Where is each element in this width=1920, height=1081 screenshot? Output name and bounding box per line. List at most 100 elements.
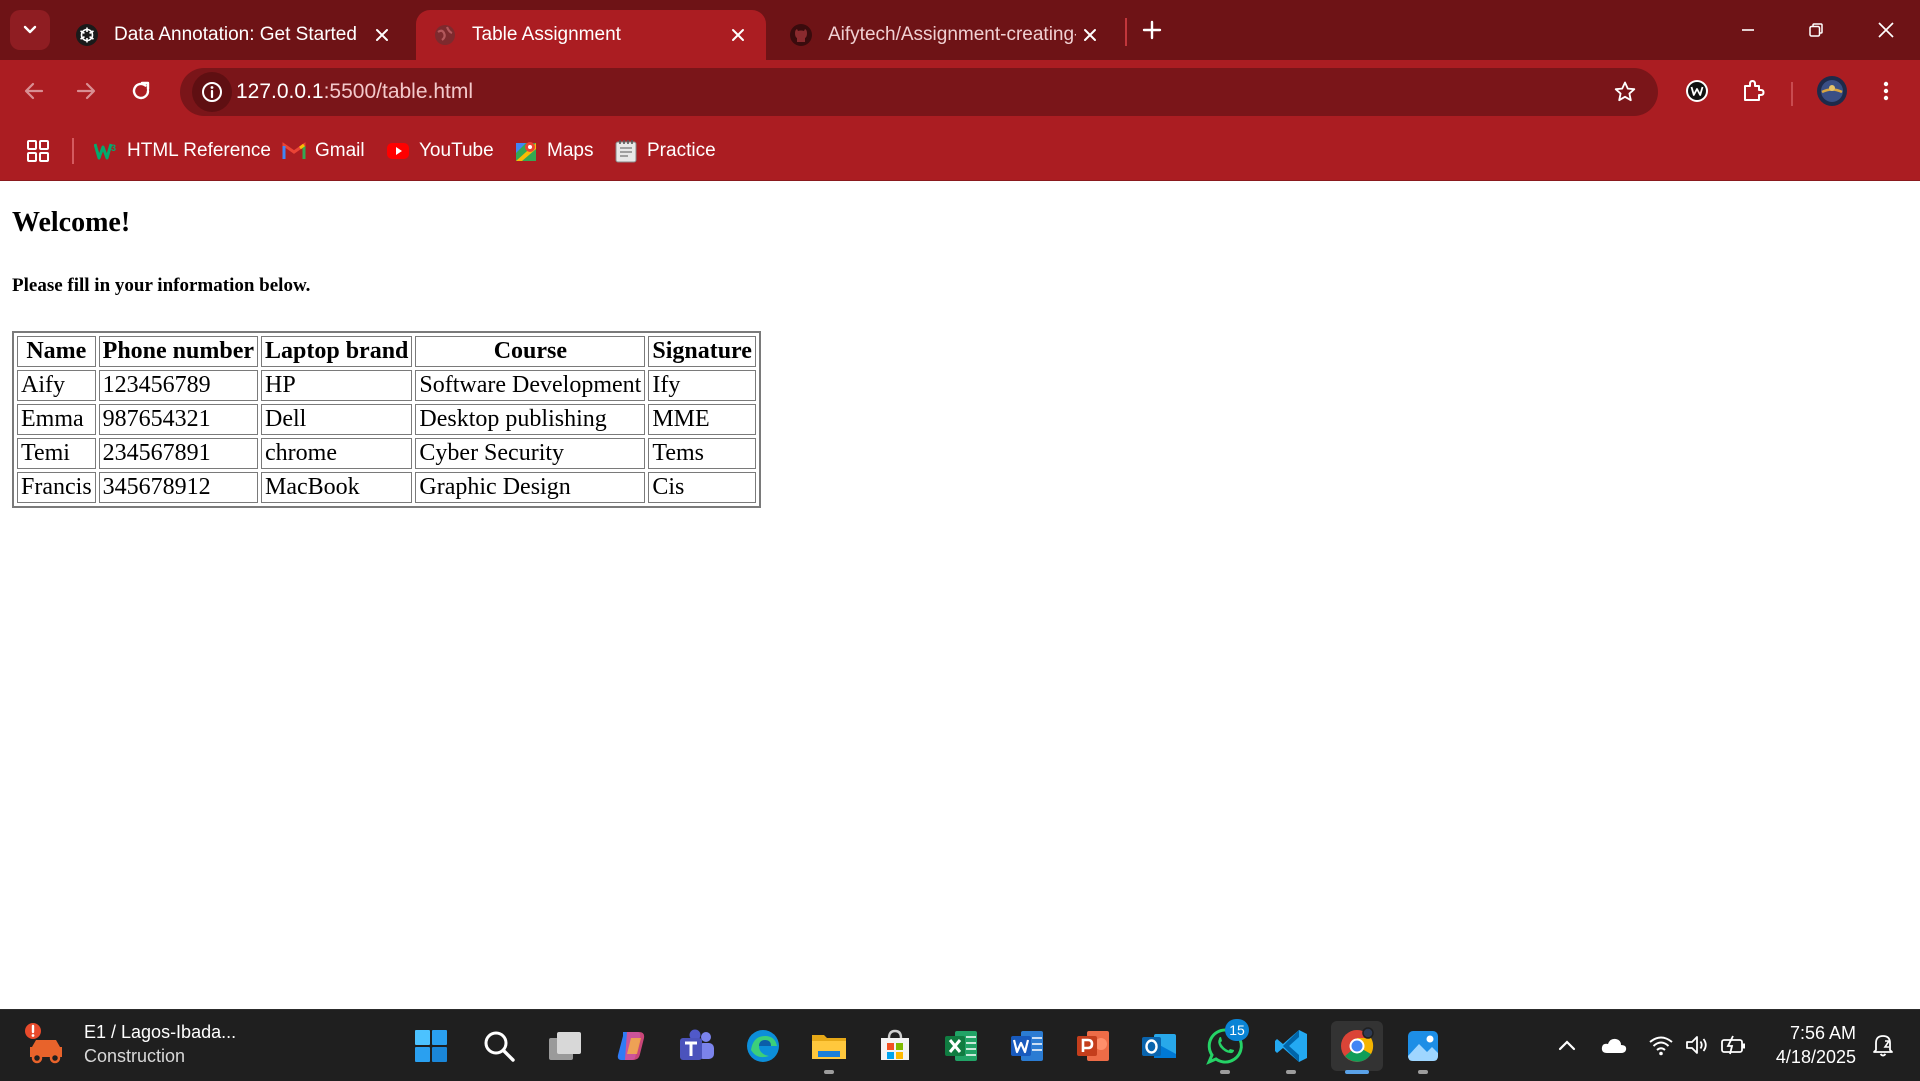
close-tab-icon[interactable] bbox=[1076, 21, 1104, 49]
w3schools-icon: 3 bbox=[94, 139, 118, 163]
header-signature: Signature bbox=[648, 336, 756, 367]
start-button[interactable] bbox=[405, 1021, 457, 1071]
url-text[interactable]: 127.0.0.1:5500/table.html bbox=[236, 80, 473, 104]
cell-laptop: Dell bbox=[261, 404, 413, 435]
tab-github-assignment[interactable]: Aifytech/Assignment-creating-t bbox=[772, 10, 1118, 60]
tab-title: Table Assignment bbox=[472, 24, 621, 45]
word-button[interactable] bbox=[1001, 1021, 1053, 1071]
bookmark-label: HTML Reference bbox=[127, 140, 271, 161]
minimize-button[interactable] bbox=[1720, 8, 1776, 52]
cell-laptop: HP bbox=[261, 370, 413, 401]
speaker-icon bbox=[1686, 1036, 1707, 1054]
tab-separator bbox=[1125, 18, 1127, 46]
browser-toolbar: 127.0.0.1:5500/table.html bbox=[0, 60, 1920, 122]
tab-title: Data Annotation: Get Started bbox=[114, 24, 357, 45]
reload-icon bbox=[132, 81, 150, 100]
store-button[interactable] bbox=[869, 1021, 921, 1071]
reload-button[interactable] bbox=[119, 69, 163, 113]
bookmark-star-button[interactable] bbox=[1606, 73, 1644, 111]
globe-icon bbox=[432, 22, 458, 48]
notification-badge: 15 bbox=[1225, 1019, 1249, 1041]
forward-button[interactable] bbox=[64, 69, 108, 113]
wifi-button[interactable] bbox=[1644, 1028, 1678, 1062]
battery-button[interactable] bbox=[1716, 1028, 1750, 1062]
wifi-icon bbox=[1649, 1036, 1673, 1056]
arrow-right-icon bbox=[76, 82, 96, 100]
show-hidden-icons-button[interactable] bbox=[1550, 1028, 1584, 1062]
edge-button[interactable] bbox=[737, 1021, 789, 1071]
cell-name: Francis bbox=[17, 472, 96, 503]
arrow-left-icon bbox=[24, 82, 44, 100]
file-explorer-button[interactable] bbox=[803, 1021, 855, 1074]
more-vertical-icon bbox=[1883, 81, 1889, 101]
svg-text:3: 3 bbox=[111, 143, 116, 153]
extensions-button[interactable] bbox=[1731, 69, 1775, 113]
cell-phone: 345678912 bbox=[98, 472, 259, 503]
excel-button[interactable] bbox=[935, 1021, 987, 1071]
bookmark-youtube[interactable]: YouTube bbox=[386, 135, 494, 167]
close-tab-icon[interactable] bbox=[368, 21, 396, 49]
news-title: E1 / Lagos-Ibada... bbox=[84, 1022, 237, 1042]
star-icon bbox=[1614, 81, 1636, 102]
powerpoint-icon bbox=[1077, 1031, 1109, 1061]
cell-signature: MME bbox=[648, 404, 756, 435]
site-info-button[interactable] bbox=[192, 72, 232, 112]
url-path: :5500/table.html bbox=[323, 80, 474, 103]
volume-button[interactable] bbox=[1680, 1028, 1714, 1062]
traffic-alert-icon bbox=[24, 1021, 68, 1067]
chrome-button[interactable] bbox=[1331, 1021, 1383, 1074]
news-widget[interactable]: E1 / Lagos-Ibada... Construction bbox=[24, 1020, 236, 1068]
powerpoint-button[interactable] bbox=[1067, 1021, 1119, 1071]
tab-search-button[interactable] bbox=[10, 10, 50, 50]
apps-button[interactable] bbox=[22, 135, 54, 167]
active-indicator bbox=[1345, 1070, 1369, 1074]
taskbar: E1 / Lagos-Ibada... Construction 15 7:56… bbox=[0, 1009, 1920, 1081]
page-heading: Welcome! bbox=[12, 207, 131, 238]
cell-laptop: chrome bbox=[261, 438, 413, 469]
taskbar-search-button[interactable] bbox=[473, 1021, 525, 1071]
bookmark-maps[interactable]: Maps bbox=[514, 135, 593, 167]
outlook-icon bbox=[1142, 1034, 1176, 1058]
new-tab-button[interactable] bbox=[1134, 12, 1170, 48]
teams-button[interactable] bbox=[671, 1021, 723, 1071]
tab-data-annotation[interactable]: Data Annotation: Get Started bbox=[58, 10, 410, 60]
cell-signature: Ify bbox=[648, 370, 756, 401]
notifications-button[interactable] bbox=[1866, 1028, 1900, 1062]
page-content: Welcome! Please fill in your information… bbox=[0, 181, 1920, 1009]
excel-icon bbox=[945, 1031, 977, 1061]
plus-icon bbox=[1142, 20, 1162, 40]
bookmark-label: Gmail bbox=[315, 140, 365, 161]
running-indicator bbox=[1220, 1070, 1230, 1074]
chevron-down-icon bbox=[23, 25, 37, 34]
header-name: Name bbox=[17, 336, 96, 367]
photos-icon bbox=[1408, 1031, 1438, 1061]
chrome-icon bbox=[1341, 1027, 1374, 1062]
cell-phone: 123456789 bbox=[98, 370, 259, 401]
bookmark-html-reference[interactable]: 3 HTML Reference bbox=[94, 135, 271, 167]
profile-button[interactable] bbox=[1810, 69, 1854, 113]
copilot-button[interactable] bbox=[605, 1021, 657, 1071]
gmail-icon bbox=[282, 139, 306, 163]
clock[interactable]: 7:56 AM 4/18/2025 bbox=[1770, 1021, 1856, 1069]
bookmark-gmail[interactable]: Gmail bbox=[282, 135, 365, 167]
github-icon bbox=[788, 22, 814, 48]
onedrive-button[interactable] bbox=[1597, 1028, 1631, 1062]
photos-button[interactable] bbox=[1397, 1021, 1449, 1074]
bookmark-practice[interactable]: Practice bbox=[614, 135, 716, 167]
header-phone: Phone number bbox=[98, 336, 259, 367]
close-tab-icon[interactable] bbox=[724, 21, 752, 49]
restore-button[interactable] bbox=[1788, 8, 1844, 52]
whatsapp-button[interactable]: 15 bbox=[1199, 1019, 1251, 1074]
extension-w-button[interactable] bbox=[1675, 69, 1719, 113]
close-window-button[interactable] bbox=[1858, 8, 1914, 52]
outlook-button[interactable] bbox=[1133, 1021, 1185, 1071]
address-bar[interactable]: 127.0.0.1:5500/table.html bbox=[180, 68, 1658, 116]
battery-charging-icon bbox=[1721, 1035, 1745, 1055]
vscode-button[interactable] bbox=[1265, 1021, 1317, 1074]
menu-button[interactable] bbox=[1864, 69, 1908, 113]
tab-table-assignment[interactable]: Table Assignment bbox=[416, 10, 766, 60]
back-button[interactable] bbox=[12, 69, 56, 113]
info-table: Name Phone number Laptop brand Course Si… bbox=[12, 331, 761, 508]
practice-icon bbox=[614, 139, 638, 163]
task-view-button[interactable] bbox=[539, 1021, 591, 1071]
